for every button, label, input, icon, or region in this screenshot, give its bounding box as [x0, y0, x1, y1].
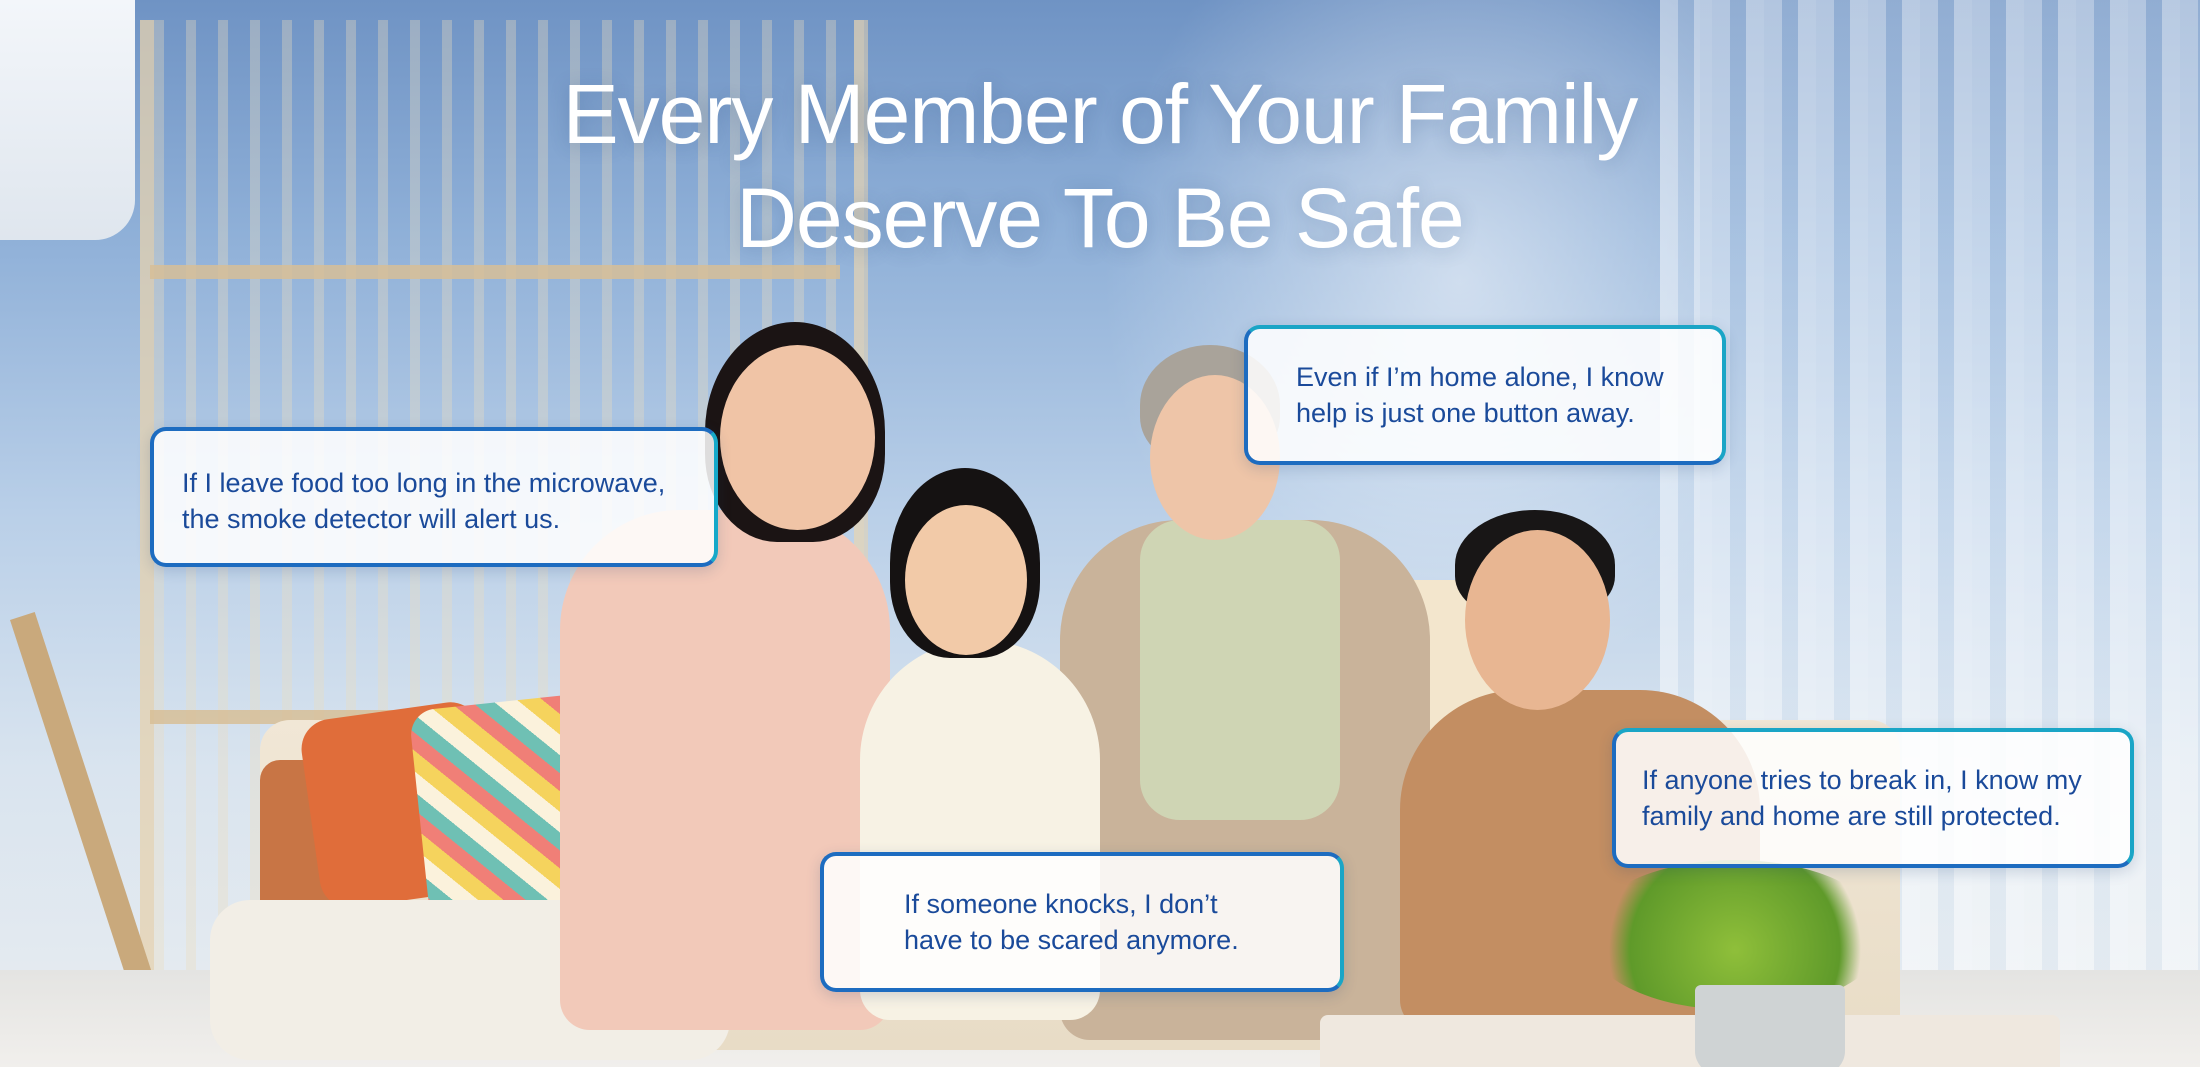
testimonial-text: Even if I’m home alone, I know: [1296, 362, 1664, 392]
testimonial-bubble-break-in: If anyone tries to break in, I know my f…: [1612, 728, 2134, 868]
testimonial-text: family and home are still protected.: [1642, 801, 2061, 831]
headline-line-2: Deserve To Be Safe: [736, 171, 1465, 265]
testimonial-bubble-microwave: If I leave food too long in the microwav…: [150, 427, 718, 567]
testimonial-text: If someone knocks, I don’t: [904, 889, 1218, 919]
testimonial-text: have to be scared anymore.: [904, 925, 1239, 955]
testimonial-text: help is just one button away.: [1296, 398, 1635, 428]
testimonial-text: the smoke detector will alert us.: [182, 504, 561, 534]
coffee-table: [1320, 1015, 2060, 1067]
headline: Every Member of Your Family Deserve To B…: [450, 62, 1750, 270]
testimonial-text: If anyone tries to break in, I know my: [1642, 765, 2082, 795]
headline-line-1: Every Member of Your Family: [562, 67, 1639, 161]
hero-banner: Every Member of Your Family Deserve To B…: [0, 0, 2200, 1067]
testimonial-text: If I leave food too long in the microwav…: [182, 468, 666, 498]
testimonial-bubble-home-alone: Even if I’m home alone, I know help is j…: [1244, 325, 1726, 465]
lamp-shade: [0, 0, 135, 240]
testimonial-bubble-knock: If someone knocks, I don’t have to be sc…: [820, 852, 1344, 992]
plant-pot: [1695, 985, 1845, 1067]
